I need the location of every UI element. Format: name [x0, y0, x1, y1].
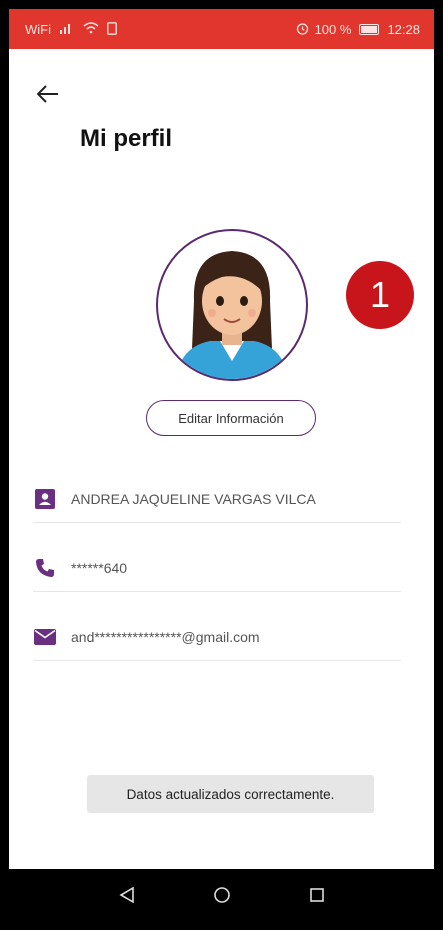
name-row: ANDREA JAQUELINE VARGAS VILCA — [33, 475, 401, 523]
name-value: ANDREA JAQUELINE VARGAS VILCA — [71, 490, 316, 507]
status-right: 100 % 12:28 — [296, 22, 420, 37]
person-card-icon — [33, 487, 57, 511]
wifi-icon — [83, 22, 99, 36]
status-left: WiFi — [25, 21, 117, 37]
mail-icon — [33, 625, 57, 649]
woman-avatar-icon — [176, 251, 288, 379]
phone-value: ******640 — [71, 559, 128, 576]
circle-home-icon — [213, 887, 230, 903]
email-row: and****************@gmail.com — [33, 613, 401, 661]
navigation-bar — [9, 869, 434, 921]
status-bar: WiFi 100 % 12:28 — [9, 9, 434, 49]
email-value: and****************@gmail.com — [71, 628, 260, 645]
page-title: Mi perfil — [80, 125, 173, 152]
battery-percent: 100 % — [314, 21, 352, 37]
toast-message: Datos actualizados correctamente. — [87, 775, 374, 813]
signal-icon — [59, 22, 75, 36]
battery-icon — [359, 23, 380, 35]
nav-back-button[interactable] — [107, 875, 147, 915]
triangle-back-icon — [118, 886, 134, 904]
square-recents-icon — [309, 888, 324, 902]
nav-recents-button[interactable] — [297, 875, 337, 915]
avatar — [156, 229, 308, 381]
nav-home-button[interactable] — [202, 875, 242, 915]
status-time: 12:28 — [387, 21, 420, 37]
phone-row: ******640 — [33, 544, 401, 592]
step-badge: 1 — [346, 261, 414, 329]
wifi-label-icon: WiFi — [25, 21, 51, 37]
edit-info-button[interactable]: Editar Información — [146, 400, 316, 436]
back-button[interactable] — [33, 79, 63, 109]
phone-screen: WiFi 100 % 12:28 Mi perfil 1 Editar Info… — [0, 0, 443, 930]
phone-icon — [33, 556, 57, 580]
alarm-icon — [296, 22, 309, 37]
sim-icon — [107, 21, 117, 37]
arrow-left-icon — [37, 85, 58, 103]
